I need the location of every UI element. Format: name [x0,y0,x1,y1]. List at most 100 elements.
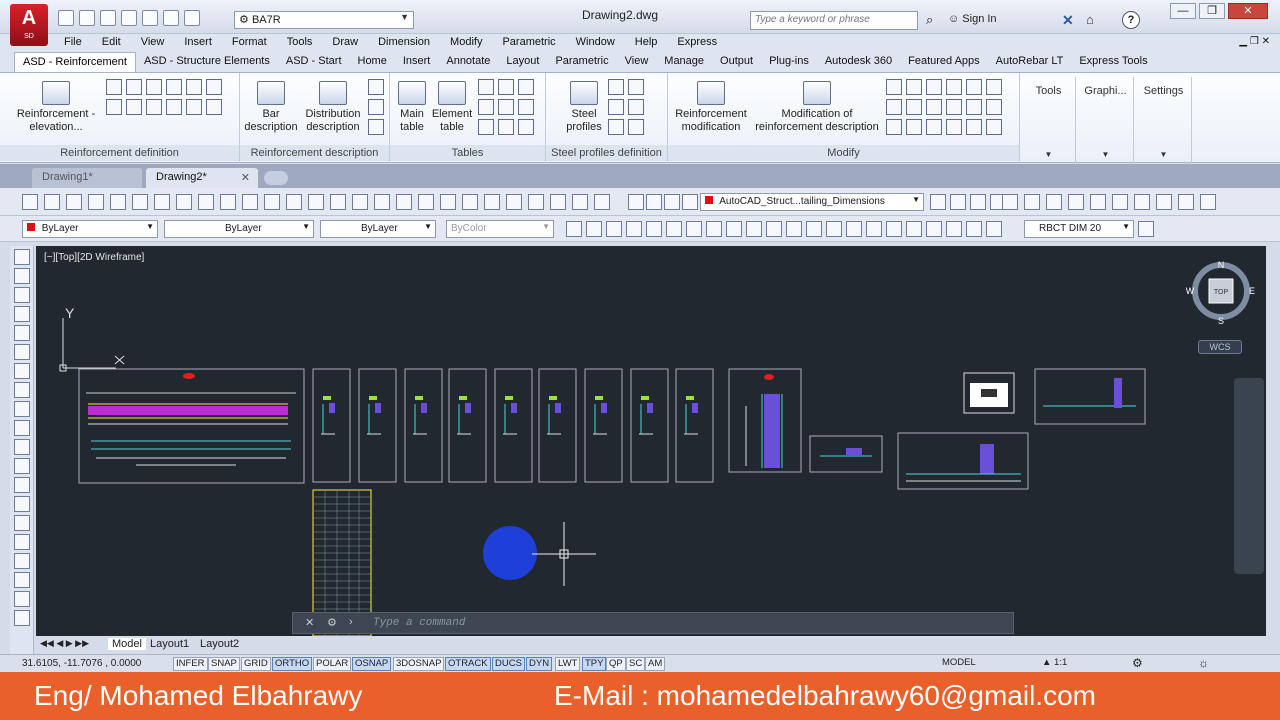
graphics-dropdown[interactable]: Graphi... ▼ [1078,77,1134,163]
modify-tool-icon[interactable] [926,79,942,95]
toggle-3dosnap[interactable]: 3DOSNAP [393,657,445,671]
tab-drawing2[interactable]: Drawing2* ✕ [146,168,258,188]
gear-icon[interactable]: ⚙ [1130,657,1145,671]
dimension-tool-icon[interactable] [966,221,982,237]
menu-draw[interactable]: Draw [322,34,368,52]
undo-icon[interactable] [163,10,179,26]
asd-tool-icon[interactable] [1200,194,1216,210]
gradient-icon[interactable] [13,534,30,550]
tab-output[interactable]: Output [712,52,761,72]
table-tool-icon[interactable] [498,99,514,115]
table-icon[interactable] [13,572,30,588]
modify-tool-icon[interactable] [966,79,982,95]
polyline-icon[interactable] [13,287,30,303]
modify-tool-icon[interactable] [946,99,962,115]
model-space-label[interactable]: MODEL [940,657,978,671]
revision-cloud-icon[interactable] [13,382,30,398]
new-tab-button[interactable] [264,171,288,185]
toolbar-tool-icon[interactable] [594,194,610,210]
modify-tool-icon[interactable] [946,119,962,135]
modify-tool-icon[interactable] [986,119,1002,135]
modify-tool-icon[interactable] [986,79,1002,95]
asd-tool-icon[interactable] [1068,194,1084,210]
dimstyle-edit-icon[interactable] [1138,221,1154,237]
modify-tool-icon[interactable] [946,79,962,95]
table-tool-icon[interactable] [478,79,494,95]
network-icon[interactable]: ⌂ [1086,12,1094,27]
mdi-controls[interactable]: ▁ ❐ ✕ [1229,34,1280,52]
menu-tools[interactable]: Tools [277,34,323,52]
wcs-menu[interactable]: WCS [1198,340,1242,354]
toggle-otrack[interactable]: OTRACK [445,657,491,671]
layout-scroll-arrows[interactable]: ◀◀ ◀ ▶ ▶▶ [40,638,89,649]
modify-tool-icon[interactable] [906,99,922,115]
profile-tool-icon[interactable] [608,99,624,115]
tab-insert[interactable]: Insert [395,52,439,72]
point-icon[interactable] [13,496,30,512]
asd-tool-icon[interactable] [1046,194,1062,210]
table-tool-icon[interactable] [518,99,534,115]
application-menu-button[interactable]: A SD [10,4,48,46]
layer-tool-icon[interactable] [970,194,986,210]
multiline-text-icon[interactable] [13,591,30,607]
binoculars-icon[interactable]: ⌕ [926,12,933,28]
profile-tool-icon[interactable] [628,79,644,95]
open-icon[interactable] [79,10,95,26]
dimension-tool-icon[interactable] [746,221,762,237]
toolbar-tool-icon[interactable] [352,194,368,210]
toolbar-tool-icon[interactable] [418,194,434,210]
tab-drawing1[interactable]: Drawing1* [32,168,142,188]
modify-description-button[interactable]: Modification of reinforcement descriptio… [752,81,882,134]
navigation-bar[interactable] [1234,378,1264,574]
rectangle-icon[interactable] [13,325,30,341]
modify-tool-icon[interactable] [886,79,902,95]
layer-tool-icon[interactable] [646,194,662,210]
menu-view[interactable]: View [131,34,175,52]
main-table-button[interactable]: Main table [394,81,430,134]
steel-profiles-button[interactable]: Steel profiles [556,81,612,134]
profile-tool-icon[interactable] [628,99,644,115]
modify-tool-icon[interactable] [906,79,922,95]
tab-asd-reinforcement[interactable]: ASD - Reinforcement [14,52,136,72]
close-button[interactable]: ✕ [1228,3,1268,19]
close-icon[interactable]: ✕ [305,616,314,629]
toggle-tpy[interactable]: TPY [582,657,607,671]
tab-express-tools[interactable]: Express Tools [1071,52,1155,72]
ellipse-arc-icon[interactable] [13,439,30,455]
dimension-tool-icon[interactable] [786,221,802,237]
dimension-tool-icon[interactable] [706,221,722,237]
asd-tool-icon[interactable] [1156,194,1172,210]
menu-express[interactable]: Express [667,34,727,52]
viewport-controls-label[interactable]: [−][Top][2D Wireframe] [44,252,144,263]
dimension-tool-icon[interactable] [666,221,682,237]
asd-tool-icon[interactable] [1024,194,1040,210]
tab-model[interactable]: Model [108,638,146,650]
menu-edit[interactable]: Edit [92,34,131,52]
modify-tool-icon[interactable] [966,99,982,115]
toolbar-tool-icon[interactable] [396,194,412,210]
dimension-tool-icon[interactable] [906,221,922,237]
close-icon[interactable]: ✕ [241,171,250,184]
label-icon[interactable] [368,119,384,135]
toolbar-tool-icon[interactable] [44,194,60,210]
construction-line-icon[interactable] [13,268,30,284]
dimension-tool-icon[interactable] [586,221,602,237]
toolbar-tool-icon[interactable] [528,194,544,210]
dimstyle-combo[interactable]: RBCT DIM 20 ▼ [1024,220,1134,238]
toolbar-tool-icon[interactable] [176,194,192,210]
settings-dropdown[interactable]: Settings ▼ [1136,77,1192,163]
new-icon[interactable] [58,10,74,26]
menu-insert[interactable]: Insert [174,34,222,52]
lineweight-combo[interactable]: ByLayer ▼ [320,220,436,238]
bar-shape-icon[interactable] [106,99,122,115]
minimize-button[interactable]: — [1170,3,1196,19]
toggle-osnap[interactable]: OSNAP [352,657,392,671]
toolbar-tool-icon[interactable] [484,194,500,210]
bar-shape-icon[interactable] [206,99,222,115]
modify-tool-icon[interactable] [886,119,902,135]
toolbar-tool-icon[interactable] [330,194,346,210]
toggle-dyn[interactable]: DYN [526,657,553,671]
toolbar-tool-icon[interactable] [66,194,82,210]
tab-layout[interactable]: Layout [498,52,547,72]
table-tool-icon[interactable] [518,119,534,135]
